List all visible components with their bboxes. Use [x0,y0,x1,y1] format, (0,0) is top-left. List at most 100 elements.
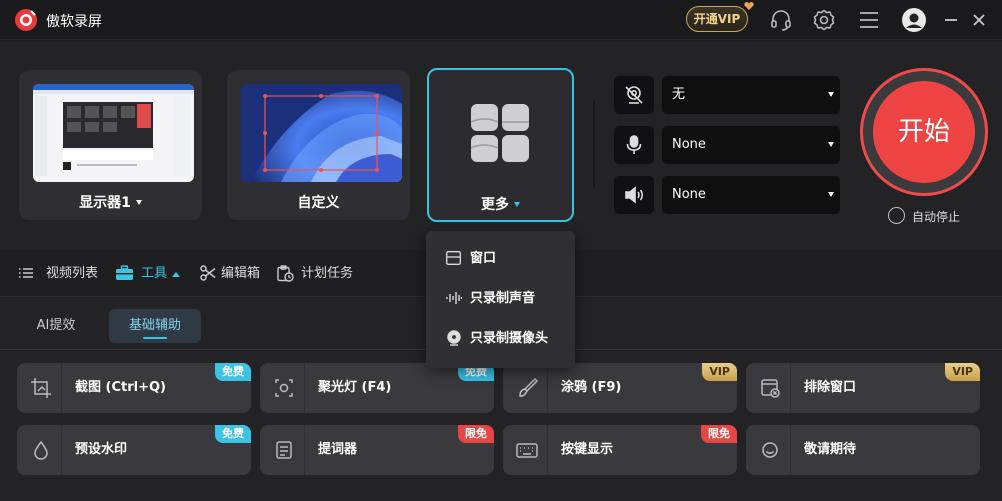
divider [547,363,548,413]
list-icon [19,268,33,278]
tool-label: 截图 (Ctrl+Q) [75,380,166,395]
auto-stop-radio[interactable] [888,207,905,224]
menu-item-camera-only[interactable]: 只录制摄像头 [426,319,575,359]
minimize-icon[interactable] [939,8,963,32]
divider [790,363,791,413]
speaker-select[interactable]: None [662,176,840,214]
menu-item-camera-only-label: 只录制摄像头 [470,331,549,346]
headset-icon[interactable] [769,8,793,32]
menu-item-window[interactable]: 窗口 [426,239,575,279]
camera-select-value: 无 [672,87,686,102]
nav-schedule[interactable]: 计划任务 [277,251,357,297]
start-button-ring: 开始 [860,68,988,196]
close-icon[interactable] [967,8,991,32]
crop-icon [31,378,51,398]
nav-editor-label: 编辑箱 [221,266,261,281]
tool-doodle[interactable]: 涂鸦 (F9) VIP [503,363,737,413]
divider [304,425,305,475]
vip-badge: VIP [702,363,737,381]
mic-select[interactable]: None [662,126,840,164]
speaker-toggle[interactable] [614,176,654,214]
tool-label: 涂鸦 (F9) [561,380,622,395]
free-badge: 免费 [215,363,251,381]
app-logo-icon [15,9,37,31]
tool-teleprompter[interactable]: 提词器 限免 [260,425,494,475]
tool-keystroke-display[interactable]: 按键显示 限免 [503,425,737,475]
divider [61,363,62,413]
caret-down-icon [828,142,834,147]
nav-tools-label: 工具 [141,266,168,281]
grid-icon [471,104,529,162]
nav-schedule-label: 计划任务 [301,266,354,281]
source-monitor-card[interactable]: 显示器1 [19,70,202,220]
app-window: 傲软录屏 开通VIP 显示器1 自定义 更多 无 None None 开始 自动… [0,0,1002,501]
window-icon [446,251,461,265]
open-vip-button[interactable]: 开通VIP [686,6,748,32]
brush-icon [519,377,539,397]
tool-coming-soon: 敬请期待 [746,425,980,475]
free-badge: 免费 [215,425,251,443]
watermark-icon [34,440,48,460]
monitor-label-text: 显示器1 [79,195,131,211]
tool-exclude-window[interactable]: 排除窗口 VIP [746,363,980,413]
keyboard-icon [516,443,538,458]
menu-item-audio-only-label: 只录制声音 [470,291,536,306]
tab-basic-assist[interactable]: 基础辅助 [109,309,201,343]
menu-item-window-label: 窗口 [470,251,497,266]
more-label-text: 更多 [481,197,509,213]
active-tab-underline [143,337,167,339]
microphone-icon [626,135,642,154]
app-title: 傲软录屏 [46,14,102,30]
heart-icon [744,2,754,10]
caret-down-icon [828,192,834,197]
auto-stop-label: 自动停止 [912,210,961,224]
speaker-select-value: None [672,187,706,202]
monitor-label: 显示器1 [19,192,202,212]
tool-spotlight[interactable]: 聚光灯 (F4) 免费 [260,363,494,413]
more-label: 更多 [429,194,572,214]
toolbox-icon [116,265,133,280]
custom-label: 自定义 [297,195,340,211]
teleprompter-icon [276,441,292,459]
camera-off-icon [625,86,643,104]
tool-label: 聚光灯 (F4) [318,380,392,395]
nav-editor[interactable]: 编辑箱 [200,251,266,297]
capture-source-panel: 显示器1 自定义 更多 无 None None 开始 自动停止 [0,41,1002,250]
nav-video-list[interactable]: 视频列表 [18,251,98,297]
divider [304,363,305,413]
smile-icon [762,442,778,458]
tool-label: 提词器 [318,442,358,457]
tool-watermark[interactable]: 预设水印 免费 [17,425,251,475]
monitor-thumbnail [33,84,194,182]
chevron-down-icon[interactable] [135,199,142,205]
gear-icon[interactable] [812,8,836,32]
tool-label: 预设水印 [75,442,128,457]
camera-select[interactable]: 无 [662,76,840,114]
chevron-up-icon [172,272,180,277]
camera-toggle[interactable] [614,76,654,114]
avatar-icon[interactable] [902,8,926,32]
more-dropdown-menu: 窗口 只录制声音 只录制摄像头 [426,231,575,368]
menu-item-audio-only[interactable]: 只录制声音 [426,279,575,319]
mic-select-value: None [672,137,706,152]
caret-down-icon [828,92,834,97]
clipboard-clock-icon [277,265,294,282]
chevron-down-icon[interactable] [514,201,520,207]
spotlight-icon [275,379,293,397]
exclude-window-icon [761,379,780,398]
scissors-icon [200,265,216,281]
mic-toggle[interactable] [614,126,654,164]
menu-icon[interactable] [857,8,881,32]
tab-ai-efficiency[interactable]: AI提效 [20,309,92,343]
nav-tools[interactable]: 工具 [116,251,186,297]
limited-free-badge: 限免 [458,425,494,443]
tool-screenshot[interactable]: 截图 (Ctrl+Q) 免费 [17,363,251,413]
start-button[interactable]: 开始 [873,81,975,183]
custom-region-thumbnail [241,84,402,182]
source-custom-card[interactable]: 自定义 [227,70,410,220]
audio-wave-icon [446,292,462,304]
divider [547,425,548,475]
tool-label: 按键显示 [561,442,614,457]
nav-video-list-label: 视频列表 [46,266,99,281]
source-more-card[interactable]: 更多 [427,68,574,222]
